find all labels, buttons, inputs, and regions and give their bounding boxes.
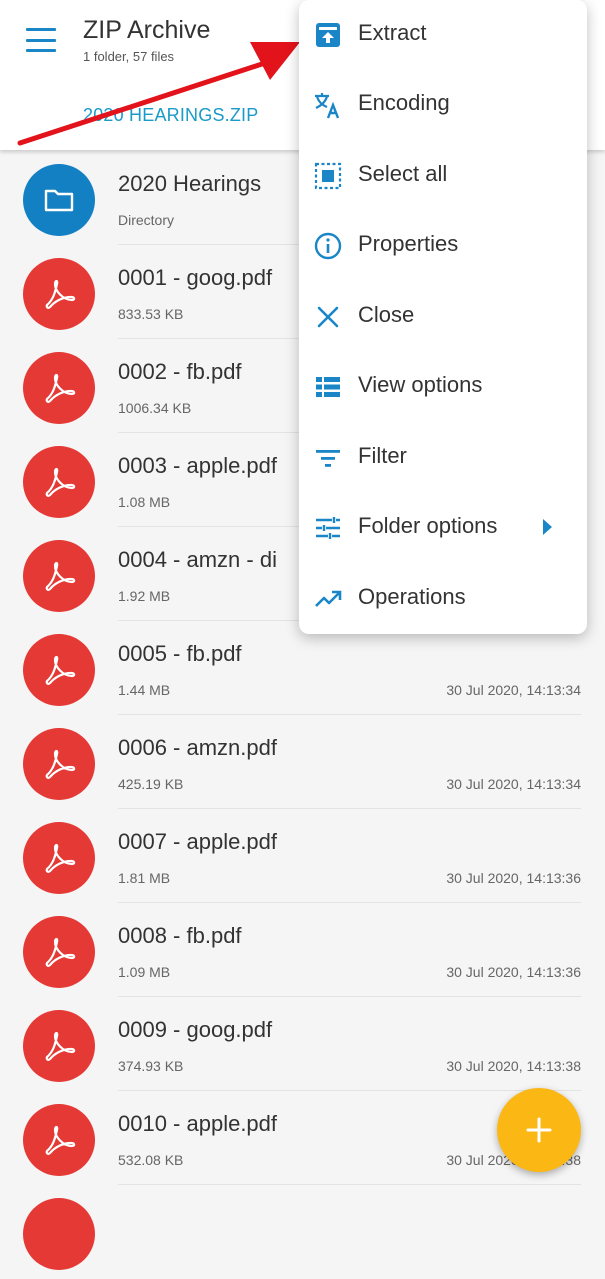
folder-icon <box>23 164 95 236</box>
file-meta: 1.81 MB <box>118 870 171 886</box>
file-name: 0008 - fb.pdf <box>118 923 242 948</box>
pdf-file-icon <box>23 1010 95 1082</box>
menu-label: Properties <box>358 231 459 256</box>
pdf-file-icon <box>23 540 95 612</box>
list-item[interactable]: 0009 - goog.pdf 374.93 KB 30 Jul 2020, 1… <box>0 997 605 1091</box>
menu-item-view-options[interactable]: View options <box>299 352 587 422</box>
close-icon <box>317 306 339 328</box>
pdf-file-icon <box>23 728 95 800</box>
tune-icon <box>316 517 340 539</box>
trending-up-icon <box>315 590 342 607</box>
file-date: 30 Jul 2020, 14:13:34 <box>446 682 581 698</box>
file-name: 0003 - apple.pdf <box>118 453 278 478</box>
hamburger-menu-icon[interactable] <box>20 22 62 58</box>
breadcrumb[interactable]: 2020 HEARINGS.ZIP <box>83 105 258 126</box>
file-date: 30 Jul 2020, 14:13:38 <box>446 1058 581 1074</box>
file-meta: 532.08 KB <box>118 1152 184 1168</box>
info-icon <box>314 232 342 260</box>
pdf-file-icon <box>23 352 95 424</box>
list-item[interactable]: 0005 - fb.pdf 1.44 MB 30 Jul 2020, 14:13… <box>0 621 605 715</box>
pdf-file-icon <box>23 258 95 330</box>
app-subtitle: 1 folder, 57 files <box>83 49 175 64</box>
menu-label: Select all <box>358 161 448 186</box>
file-date: 30 Jul 2020, 14:13:36 <box>446 964 581 980</box>
filter-icon <box>316 450 340 467</box>
menu-label: Close <box>358 302 415 327</box>
file-date: 30 Jul 2020, 14:13:36 <box>446 870 581 886</box>
file-meta: 425.19 KB <box>118 776 184 792</box>
menu-label: Operations <box>358 584 466 609</box>
file-name: 0010 - apple.pdf <box>118 1111 278 1136</box>
file-name: 0007 - apple.pdf <box>118 829 278 854</box>
file-name: 0002 - fb.pdf <box>118 359 242 384</box>
file-meta: 1.09 MB <box>118 964 171 980</box>
menu-label: Filter <box>358 443 407 468</box>
file-name: 0006 - amzn.pdf <box>118 735 277 760</box>
pdf-file-icon <box>23 446 95 518</box>
pdf-file-icon <box>23 916 95 988</box>
menu-item-filter[interactable]: Filter <box>299 423 587 493</box>
add-fab-button[interactable] <box>497 1088 581 1172</box>
file-meta: 1006.34 KB <box>118 400 192 416</box>
file-meta: 833.53 KB <box>118 306 184 322</box>
menu-item-encoding[interactable]: Encoding <box>299 70 587 140</box>
menu-label: Extract <box>358 20 427 45</box>
file-name: 0001 - goog.pdf <box>118 265 273 290</box>
file-name: 0004 - amzn - di <box>118 547 277 572</box>
list-item[interactable] <box>0 1185 605 1279</box>
extract-icon <box>316 23 340 47</box>
menu-item-properties[interactable]: Properties <box>299 211 587 281</box>
file-meta: 374.93 KB <box>118 1058 184 1074</box>
view-list-icon <box>316 377 340 397</box>
file-name: 2020 Hearings <box>118 171 262 196</box>
submenu-arrow-icon <box>543 519 552 535</box>
menu-label: Folder options <box>358 513 498 538</box>
menu-item-close[interactable]: Close <box>299 282 587 352</box>
select-all-icon <box>314 162 342 190</box>
file-meta: 1.92 MB <box>118 588 171 604</box>
pdf-file-icon <box>23 634 95 706</box>
plus-icon <box>526 1117 552 1143</box>
translate-icon <box>315 93 340 119</box>
file-date: 30 Jul 2020, 14:13:34 <box>446 776 581 792</box>
menu-item-folder-options[interactable]: Folder options <box>299 493 587 563</box>
menu-item-extract[interactable]: Extract <box>299 0 587 70</box>
pdf-file-icon <box>23 1198 95 1270</box>
menu-label: View options <box>358 372 483 397</box>
file-name: 0009 - goog.pdf <box>118 1017 273 1042</box>
list-item[interactable]: 0006 - amzn.pdf 425.19 KB 30 Jul 2020, 1… <box>0 715 605 809</box>
list-item[interactable]: 0007 - apple.pdf 1.81 MB 30 Jul 2020, 14… <box>0 809 605 903</box>
menu-label: Encoding <box>358 90 450 115</box>
file-meta: 1.08 MB <box>118 494 171 510</box>
app-title: ZIP Archive <box>83 16 211 44</box>
menu-item-select-all[interactable]: Select all <box>299 141 587 211</box>
file-name: 0005 - fb.pdf <box>118 641 242 666</box>
list-item[interactable]: 0008 - fb.pdf 1.09 MB 30 Jul 2020, 14:13… <box>0 903 605 997</box>
pdf-file-icon <box>23 1104 95 1176</box>
file-meta: 1.44 MB <box>118 682 171 698</box>
overflow-menu: Extract Encoding Select all Properties C… <box>299 0 587 634</box>
pdf-file-icon <box>23 822 95 894</box>
file-meta: Directory <box>118 212 175 228</box>
menu-item-operations[interactable]: Operations <box>299 564 587 634</box>
